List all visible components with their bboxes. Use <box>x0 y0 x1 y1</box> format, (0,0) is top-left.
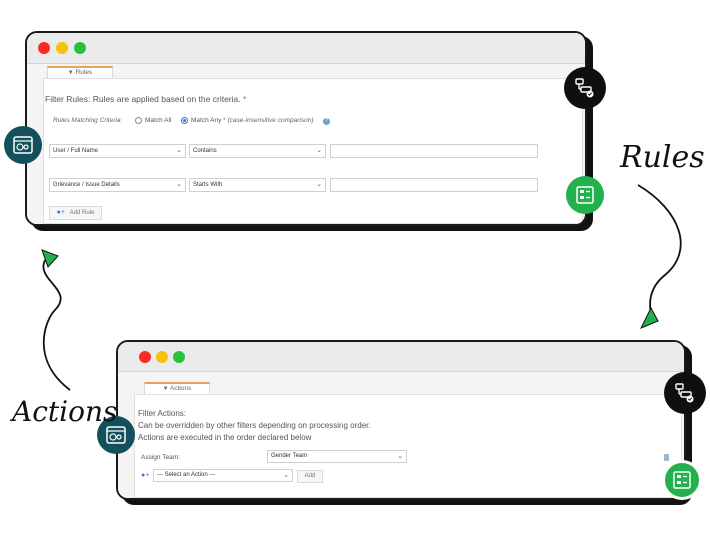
actions-panel <box>134 394 682 498</box>
add-rule-button[interactable]: ●+ Add Rule <box>49 206 102 220</box>
tab-rules-label: Rules <box>75 69 93 76</box>
flow-check-icon <box>675 383 694 403</box>
settings-panel-icon <box>106 426 126 444</box>
match-all-radio[interactable] <box>135 117 142 124</box>
chevron-down-icon: ⌄ <box>176 147 182 154</box>
close-button[interactable] <box>139 351 151 363</box>
rules-badge-green <box>566 176 604 214</box>
checklist-icon <box>673 471 691 489</box>
actions-badge-green <box>662 460 702 500</box>
tab-actions-label: Actions <box>170 385 192 392</box>
chevron-down-icon: ⌄ <box>316 181 322 188</box>
checklist-icon <box>576 186 594 204</box>
minimize-button[interactable] <box>56 42 68 54</box>
rule-1-operator-select[interactable]: Contains ⌄ <box>189 144 326 158</box>
tab-rules[interactable]: ▼ Rules <box>47 66 113 78</box>
curved-arrow-to-actions <box>637 184 682 329</box>
matching-criteria-label: Rules Matching Criteria: <box>53 117 123 124</box>
maximize-button[interactable] <box>173 351 185 363</box>
actions-badge-black <box>664 372 706 414</box>
help-icon[interactable]: ? <box>323 118 330 125</box>
tab-actions[interactable]: ▼ Actions <box>144 382 210 394</box>
rule-1-value-input[interactable] <box>330 144 538 158</box>
actions-title: Filter Actions: <box>138 409 187 418</box>
rules-caption: Rules <box>620 140 705 175</box>
settings-panel-icon <box>13 136 33 154</box>
chevron-down-icon: ⌄ <box>397 453 403 460</box>
rules-window: ▼ Rules <box>25 31 587 226</box>
trash-icon[interactable] <box>664 454 669 461</box>
rules-badge-top <box>564 67 606 109</box>
rule-2-field-select[interactable]: Grievance / Issue Details ⌄ <box>49 178 186 192</box>
chevron-down-icon: ⌄ <box>176 181 182 188</box>
flow-check-icon <box>575 78 594 98</box>
maximize-button[interactable] <box>74 42 86 54</box>
close-button[interactable] <box>38 42 50 54</box>
match-all-label: Match All <box>145 117 172 124</box>
match-any-radio[interactable] <box>181 117 188 124</box>
rules-titlebar <box>27 33 585 64</box>
filter-icon: ▼ <box>162 386 169 392</box>
actions-line-1: Can be overridden by other filters depen… <box>138 421 371 430</box>
rule-2-operator-select[interactable]: Starts With ⌄ <box>189 178 326 192</box>
select-action-dropdown[interactable]: --- Select an Action --- ⌄ <box>153 469 293 482</box>
assign-team-label: Assign Team: <box>141 454 180 461</box>
add-user-icon: ●+ <box>56 209 65 216</box>
add-action-button[interactable]: Add <box>297 470 323 483</box>
actions-badge-top <box>4 126 42 164</box>
rule-2-value-input[interactable] <box>330 178 538 192</box>
chevron-down-icon: ⌄ <box>316 147 322 154</box>
chevron-down-icon: ⌄ <box>283 472 289 479</box>
add-user-icon: ●+ <box>141 472 150 479</box>
assign-team-select[interactable]: Gender Team ⌄ <box>267 450 407 463</box>
rule-1-field-select[interactable]: User / Full Name ⌄ <box>49 144 186 158</box>
actions-titlebar <box>118 342 684 372</box>
minimize-button[interactable] <box>156 351 168 363</box>
actions-line-2: Actions are executed in the order declar… <box>138 433 312 442</box>
rules-title: Filter Rules: Rules are applied based on… <box>45 94 247 104</box>
match-any-label: Match Any * (case-insensitive comparison… <box>191 117 314 124</box>
filter-icon: ▼ <box>67 70 74 76</box>
curved-arrow-to-rules <box>41 249 71 391</box>
